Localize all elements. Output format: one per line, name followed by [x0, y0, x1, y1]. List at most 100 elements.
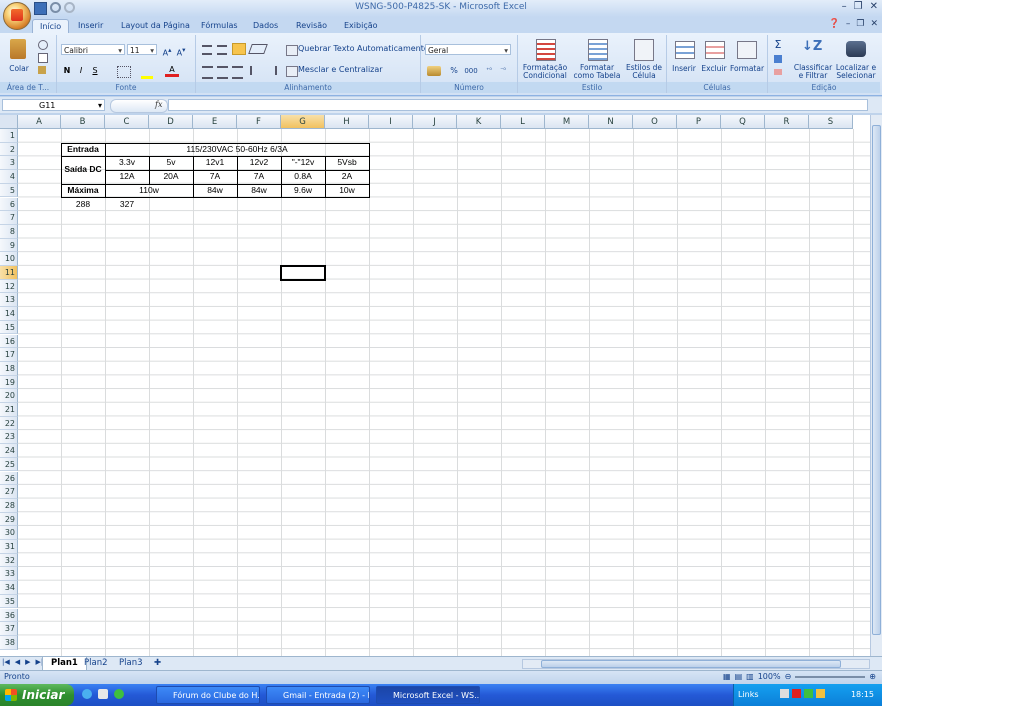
bold-button[interactable]: N [61, 65, 73, 77]
percent-button[interactable]: % [449, 65, 459, 77]
active-cell-cursor[interactable] [280, 265, 326, 281]
page-break-view-icon[interactable]: ▥ [746, 672, 754, 681]
cell-maxima[interactable]: 9.6w [281, 184, 325, 198]
row-header-18[interactable]: 18 [0, 361, 18, 376]
row-header-11[interactable]: 11 [0, 266, 18, 280]
orientation-icon[interactable] [248, 44, 268, 54]
row-header-10[interactable]: 10 [0, 252, 18, 266]
row-header-13[interactable]: 13 [0, 293, 18, 308]
row-header-19[interactable]: 19 [0, 375, 18, 390]
minimize-icon[interactable]: – [842, 1, 847, 12]
column-header-f[interactable]: F [237, 115, 281, 129]
row-header-5[interactable]: 5 [0, 183, 18, 198]
decrease-decimal-icon[interactable]: ⁻⁰ [497, 65, 509, 77]
column-header-l[interactable]: L [501, 115, 545, 129]
page-layout-view-icon[interactable]: ▤ [735, 672, 743, 681]
column-header-s[interactable]: S [809, 115, 853, 129]
cell-maxima[interactable]: 10w [325, 184, 369, 198]
format-as-table-button[interactable]: Formatar como Tabela [572, 64, 622, 80]
cell-voltage[interactable]: 12v2 [237, 156, 281, 170]
row-header-24[interactable]: 24 [0, 444, 18, 458]
zoom-in-icon[interactable]: ⊕ [869, 672, 876, 681]
column-header-r[interactable]: R [765, 115, 809, 129]
delete-cells-icon[interactable] [705, 41, 725, 59]
column-header-g[interactable]: G [281, 115, 325, 129]
row-header-15[interactable]: 15 [0, 320, 18, 335]
borders-icon[interactable] [117, 66, 131, 78]
row-header-34[interactable]: 34 [0, 581, 18, 595]
thousands-button[interactable]: 000 [463, 65, 479, 77]
row-header-30[interactable]: 30 [0, 526, 18, 540]
fill-icon[interactable] [774, 55, 782, 63]
format-painter-icon[interactable] [38, 66, 46, 74]
decrease-indent-icon[interactable] [250, 66, 263, 75]
quick-launch-media-icon[interactable] [98, 689, 108, 699]
font-name-combo[interactable]: Calibri [61, 44, 125, 56]
row-header-8[interactable]: 8 [0, 224, 18, 239]
links-toolbar[interactable]: Links [738, 690, 759, 699]
row-header-35[interactable]: 35 [0, 594, 18, 609]
column-header-k[interactable]: K [457, 115, 501, 129]
underline-button[interactable]: S [89, 65, 101, 77]
cell-current[interactable]: 0.8A [281, 170, 325, 184]
quick-launch-browser-icon[interactable] [114, 689, 124, 699]
wrap-text-icon[interactable] [286, 45, 298, 56]
spreadsheet-grid[interactable]: A B C D E F G H I J K L M N O P Q R S 1 2 3 4 5 6 7 8 9 10 11 12 13 14 15… [0, 115, 870, 656]
tab-formulas[interactable]: Fórmulas [194, 19, 245, 33]
align-bottom-icon[interactable] [232, 43, 246, 55]
align-middle-icon[interactable] [217, 45, 227, 55]
format-cells-icon[interactable] [737, 41, 757, 59]
align-left-icon[interactable] [202, 66, 213, 79]
column-header-m[interactable]: M [545, 115, 589, 129]
row-header-12[interactable]: 12 [0, 279, 18, 294]
font-size-combo[interactable]: 11 [127, 44, 157, 56]
cell-current[interactable]: 7A [237, 170, 281, 184]
row-header-32[interactable]: 32 [0, 553, 18, 568]
cell-voltage[interactable]: 3.3v [105, 156, 149, 170]
cell-styles-button[interactable]: Estilos de Célula [622, 64, 666, 80]
start-button[interactable]: Iniciar [0, 684, 74, 706]
row-header-31[interactable]: 31 [0, 540, 18, 554]
column-header-i[interactable]: I [369, 115, 413, 129]
formula-input[interactable] [168, 99, 868, 111]
restore-icon[interactable]: ❐ [854, 1, 863, 12]
row-header-7[interactable]: 7 [0, 211, 18, 225]
find-select-button[interactable]: Localizar e Selecionar [832, 64, 880, 80]
row-header-26[interactable]: 26 [0, 471, 18, 486]
tab-exibicao[interactable]: Exibição [337, 19, 385, 33]
cell-maxima[interactable]: 84w [193, 184, 237, 198]
clear-icon[interactable] [774, 69, 782, 75]
cell-current[interactable]: 20A [149, 170, 193, 184]
cell-voltage[interactable]: 5v [149, 156, 193, 170]
align-right-icon[interactable] [232, 66, 243, 79]
column-header-q[interactable]: Q [721, 115, 765, 129]
column-header-j[interactable]: J [413, 115, 457, 129]
cell-saida-label[interactable]: Saída DC [61, 156, 105, 183]
vertical-scroll-thumb[interactable] [872, 125, 881, 635]
tab-layout-da-pagina[interactable]: Layout da Página [114, 19, 197, 33]
cut-icon[interactable] [38, 40, 48, 50]
quick-launch-ie-icon[interactable] [82, 689, 92, 699]
insert-cells-icon[interactable] [675, 41, 695, 59]
column-header-d[interactable]: D [149, 115, 193, 129]
row-header-20[interactable]: 20 [0, 389, 18, 403]
taskbar-item-forum[interactable]: Fórum do Clube do H... [156, 686, 260, 704]
column-header-e[interactable]: E [193, 115, 237, 129]
sort-filter-icon[interactable]: ↓Z [802, 40, 822, 53]
help-icon[interactable]: ❓ [829, 19, 840, 29]
find-select-icon[interactable] [846, 41, 866, 57]
name-box[interactable]: G11 [2, 99, 105, 112]
grow-font-icon[interactable]: A▴ [161, 44, 173, 58]
office-button[interactable] [3, 2, 31, 30]
row-header-29[interactable]: 29 [0, 512, 18, 527]
cell-current[interactable]: 2A [325, 170, 369, 184]
cell-entrada-value[interactable]: 115/230VAC 50-60Hz 6/3A [105, 143, 369, 157]
row-header-33[interactable]: 33 [0, 567, 18, 582]
cell-current[interactable]: 12A [105, 170, 149, 184]
merge-center-button[interactable]: Mesclar e Centralizar [298, 64, 383, 76]
vertical-scrollbar[interactable] [870, 115, 882, 656]
zoom-level[interactable]: 100% [758, 672, 781, 681]
font-color-icon[interactable]: A [165, 65, 179, 77]
first-sheet-icon[interactable]: |◀ [2, 658, 10, 666]
network-icon[interactable] [780, 689, 789, 698]
